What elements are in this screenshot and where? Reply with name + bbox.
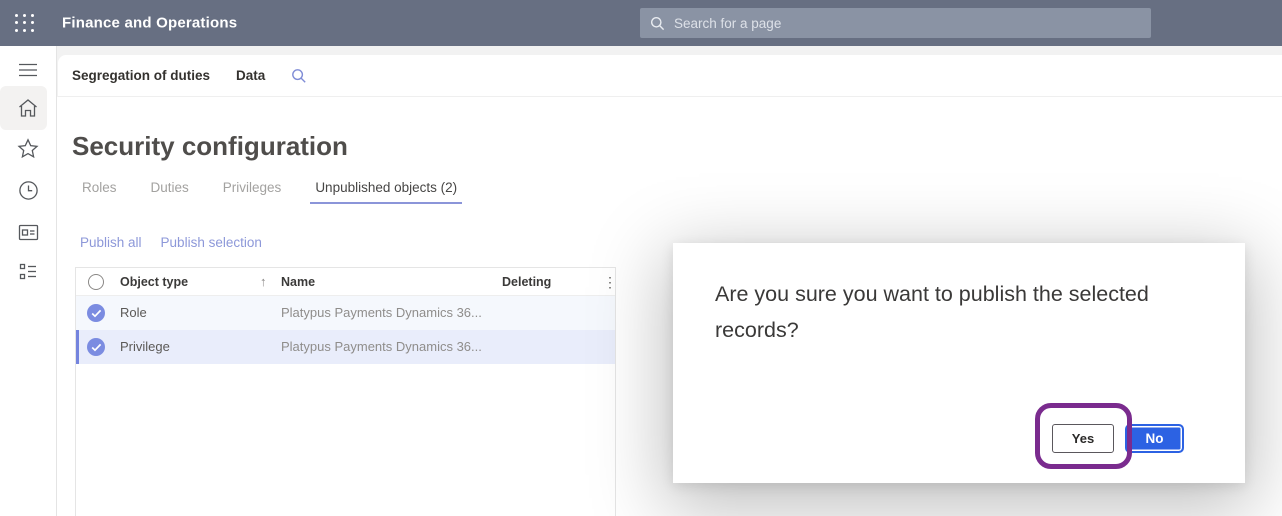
- home-icon[interactable]: [0, 92, 56, 124]
- search-input[interactable]: [674, 16, 1141, 31]
- cell-object-type: Privilege: [120, 339, 170, 354]
- tab-duties[interactable]: Duties: [146, 180, 194, 204]
- favorites-star-icon[interactable]: [0, 132, 56, 164]
- sort-ascending-icon: ↑: [260, 274, 267, 289]
- page-search-box[interactable]: [640, 8, 1151, 38]
- table-row-privilege[interactable]: Privilege Platypus Payments Dynamics 36.…: [76, 330, 615, 364]
- dialog-message: Are you sure you want to publish the sel…: [715, 276, 1151, 348]
- app-window: Finance and Operations: [0, 0, 1282, 516]
- cell-object-type: Role: [120, 305, 147, 320]
- tab-privileges[interactable]: Privileges: [218, 180, 287, 204]
- cell-name: Platypus Payments Dynamics 36...: [281, 339, 482, 354]
- app-title: Finance and Operations: [62, 15, 237, 32]
- workspaces-icon[interactable]: [0, 216, 56, 248]
- publish-confirmation-dialog: Are you sure you want to publish the sel…: [673, 243, 1245, 483]
- breadcrumb-data[interactable]: Data: [236, 68, 265, 83]
- select-all-checkbox[interactable]: [88, 274, 104, 290]
- no-button[interactable]: No: [1125, 424, 1184, 453]
- tab-roles[interactable]: Roles: [77, 180, 122, 204]
- publish-all-button[interactable]: Publish all: [80, 235, 142, 250]
- more-options-icon[interactable]: ⋮: [603, 273, 617, 291]
- page-title: Security configuration: [72, 131, 348, 162]
- breadcrumb-search-icon[interactable]: [291, 68, 307, 84]
- breadcrumb-bar: Segregation of duties Data: [58, 55, 1282, 97]
- tab-unpublished-objects[interactable]: Unpublished objects (2): [310, 180, 462, 204]
- tab-strip: Roles Duties Privileges Unpublished obje…: [77, 180, 462, 204]
- cell-name: Platypus Payments Dynamics 36...: [281, 305, 482, 320]
- app-launcher-icon[interactable]: [13, 12, 36, 34]
- row-checked-icon[interactable]: [87, 304, 105, 322]
- column-header-deleting[interactable]: Deleting: [502, 275, 551, 289]
- column-header-name[interactable]: Name: [281, 275, 315, 289]
- column-header-object-type[interactable]: Object type: [120, 275, 188, 289]
- row-checked-icon[interactable]: [87, 338, 105, 356]
- unpublished-objects-grid: Object type ↑ Name Deleting ⋮ Role Platy…: [75, 267, 616, 516]
- publish-selection-button[interactable]: Publish selection: [161, 235, 262, 250]
- left-sidebar: [0, 46, 57, 516]
- grid-header-row: Object type ↑ Name Deleting ⋮: [76, 268, 615, 296]
- recent-clock-icon[interactable]: [0, 174, 56, 206]
- search-icon: [650, 16, 665, 31]
- table-row-role[interactable]: Role Platypus Payments Dynamics 36...: [76, 296, 615, 330]
- top-navbar: Finance and Operations: [0, 0, 1282, 46]
- grid-action-bar: Publish all Publish selection: [80, 235, 262, 250]
- menu-icon[interactable]: [0, 54, 56, 86]
- modules-list-icon[interactable]: [0, 255, 56, 287]
- breadcrumb-primary[interactable]: Segregation of duties: [72, 68, 210, 83]
- yes-button[interactable]: Yes: [1052, 424, 1114, 453]
